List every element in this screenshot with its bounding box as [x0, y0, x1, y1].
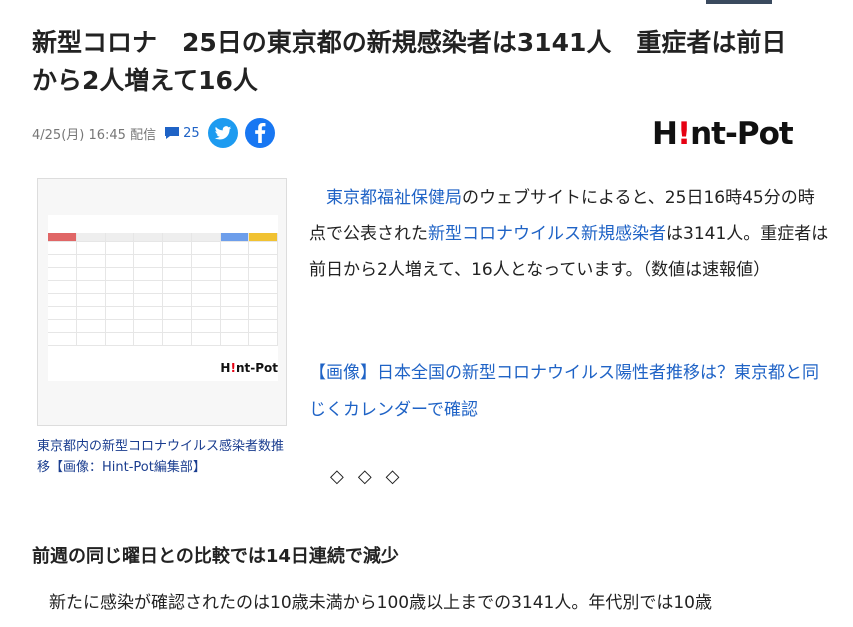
article-body: 東京都福祉保健局のウェブサイトによると、25日16時45分の時点で公表された新型…: [309, 180, 829, 288]
section-paragraph: 新たに感染が確認されたのは10歳未満から100歳以上までの3141人。年代別では…: [49, 593, 712, 613]
comment-count: 25: [183, 125, 200, 141]
share-buttons: [207, 118, 282, 148]
article-image[interactable]: H!nt-Pot: [37, 178, 287, 426]
section-heading: 前週の同じ曜日との比較では14日連続で減少: [32, 546, 399, 567]
twitter-icon: [214, 125, 231, 140]
lead-paragraph: 東京都福祉保健局のウェブサイトによると、25日16時45分の時点で公表された新型…: [309, 188, 829, 280]
twitter-share-button[interactable]: [207, 118, 238, 148]
thumbnail-logo: H!nt-Pot: [220, 361, 278, 375]
related-image-link[interactable]: 【画像】日本全国の新型コロナウイルス陽性者推移は？東京都と同じくカレンダーで確認: [309, 355, 829, 429]
comment-icon: [165, 127, 180, 139]
bureau-link[interactable]: 東京都福祉保健局: [326, 188, 462, 208]
article-meta: 4/25(月) 16:45 配信 25: [32, 118, 282, 148]
comment-link[interactable]: 25: [164, 126, 200, 141]
calendar-thumbnail: H!nt-Pot: [48, 215, 278, 381]
top-accent-bar: [706, 0, 772, 4]
image-caption: 東京都内の新型コロナウイルス感染者数推移【画像：Hint-Pot編集部】: [37, 439, 285, 475]
infection-link[interactable]: 新型コロナウイルス新規感染者: [428, 224, 666, 244]
article-title: 新型コロナ 25日の東京都の新規感染者は3141人 重症者は前日 から2人増えて…: [32, 28, 787, 95]
mini-calendar: [48, 233, 278, 346]
facebook-share-button[interactable]: [244, 118, 275, 148]
section-divider: ◇◇◇: [330, 466, 414, 487]
publish-date: 4/25(月) 16:45 配信: [32, 127, 157, 143]
publisher-logo: H!nt-Pot: [652, 116, 794, 152]
facebook-icon: [254, 123, 266, 143]
